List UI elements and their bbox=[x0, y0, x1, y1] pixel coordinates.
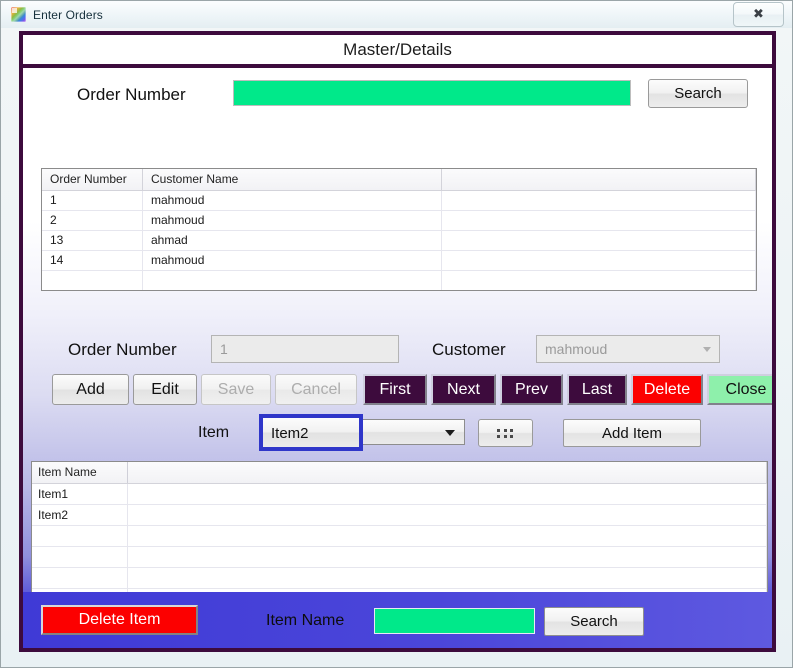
delete-button[interactable]: Delete bbox=[631, 374, 703, 405]
chevron-down-icon bbox=[445, 430, 455, 436]
cell-empty bbox=[442, 271, 756, 290]
save-button[interactable]: Save bbox=[201, 374, 271, 405]
cell-customer-name: mahmoud bbox=[143, 251, 442, 270]
table-row[interactable]: 14 mahmoud bbox=[42, 251, 756, 271]
bottom-toolbar: Delete Item Item Name Search bbox=[23, 592, 772, 648]
order-number-label: Order Number bbox=[68, 340, 177, 359]
form-body: Order Number Search Order Number Custome… bbox=[23, 72, 772, 648]
last-button[interactable]: Last bbox=[567, 374, 627, 405]
page-title: Master/Details bbox=[343, 39, 452, 59]
delete-item-button[interactable]: Delete Item bbox=[41, 605, 198, 635]
next-button[interactable]: Next bbox=[431, 374, 496, 405]
cell-blank bbox=[442, 231, 756, 250]
cell-order-number: 1 bbox=[42, 191, 143, 210]
orders-grid-header: Order Number Customer Name bbox=[42, 169, 756, 191]
orders-col-blank[interactable] bbox=[442, 169, 756, 190]
customer-dropdown[interactable]: mahmoud bbox=[536, 335, 720, 363]
list-item[interactable]: Item2 bbox=[32, 505, 767, 526]
item-combo-focus-field[interactable]: Item2 bbox=[259, 414, 363, 451]
orders-grid[interactable]: Order Number Customer Name 1 mahmoud 2 m… bbox=[41, 168, 757, 291]
close-window-button[interactable]: ✖ bbox=[733, 2, 784, 27]
cell-order-number: 13 bbox=[42, 231, 143, 250]
cancel-button[interactable]: Cancel bbox=[275, 374, 357, 405]
list-item-empty[interactable] bbox=[32, 568, 767, 589]
cell-empty bbox=[143, 271, 442, 290]
item-combo-value: Item2 bbox=[271, 425, 309, 442]
add-item-button[interactable]: Add Item bbox=[563, 419, 701, 447]
window-title: Enter Orders bbox=[33, 7, 103, 22]
prev-button[interactable]: Prev bbox=[500, 374, 563, 405]
cell-customer-name: mahmoud bbox=[143, 211, 442, 230]
cell-empty bbox=[42, 271, 143, 290]
cell-empty bbox=[32, 547, 128, 567]
table-row[interactable]: 2 mahmoud bbox=[42, 211, 756, 231]
items-col-item-name[interactable]: Item Name bbox=[32, 462, 128, 483]
order-search-row: Order Number Search bbox=[23, 79, 772, 114]
cell-empty bbox=[32, 568, 128, 588]
list-item-empty[interactable] bbox=[32, 526, 767, 547]
app-icon bbox=[11, 7, 26, 22]
cell-blank bbox=[442, 191, 756, 210]
cell-order-number: 2 bbox=[42, 211, 143, 230]
close-button[interactable]: Close bbox=[707, 374, 772, 405]
cell-order-number: 14 bbox=[42, 251, 143, 270]
form-header: Master/Details bbox=[23, 35, 772, 68]
orders-col-customer-name[interactable]: Customer Name bbox=[143, 169, 442, 190]
add-button[interactable]: Add bbox=[52, 374, 129, 405]
cell-customer-name: ahmad bbox=[143, 231, 442, 250]
chevron-down-icon bbox=[703, 347, 711, 352]
order-number-search-label: Order Number bbox=[77, 85, 186, 104]
cell-empty bbox=[128, 547, 767, 567]
cell-customer-name: mahmoud bbox=[143, 191, 442, 210]
item-picker-button[interactable] bbox=[478, 419, 533, 447]
item-label: Item bbox=[198, 424, 230, 441]
cell-blank bbox=[128, 484, 767, 504]
title-bar: Enter Orders ✖ bbox=[1, 1, 792, 28]
table-row[interactable]: 13 ahmad bbox=[42, 231, 756, 251]
list-item-empty[interactable] bbox=[32, 547, 767, 568]
edit-button[interactable]: Edit bbox=[133, 374, 197, 405]
cell-empty bbox=[128, 526, 767, 546]
order-number-search-input[interactable] bbox=[233, 80, 631, 106]
item-search-button[interactable]: Search bbox=[544, 607, 644, 636]
cell-blank bbox=[442, 251, 756, 270]
orders-col-order-number[interactable]: Order Number bbox=[42, 169, 143, 190]
table-row[interactable]: 1 mahmoud bbox=[42, 191, 756, 211]
list-item[interactable]: Item1 bbox=[32, 484, 767, 505]
cell-blank bbox=[442, 211, 756, 230]
close-icon: ✖ bbox=[753, 7, 764, 22]
master-details-form: Master/Details Order Number Search Order… bbox=[19, 31, 776, 652]
cell-item-name: Item2 bbox=[32, 505, 128, 525]
cell-blank bbox=[128, 505, 767, 525]
item-name-search-input[interactable] bbox=[374, 608, 535, 634]
cell-empty bbox=[32, 526, 128, 546]
order-search-button[interactable]: Search bbox=[648, 79, 748, 108]
cell-empty bbox=[128, 568, 767, 588]
items-col-blank[interactable] bbox=[128, 462, 767, 483]
customer-label: Customer bbox=[432, 340, 506, 359]
customer-dropdown-value: mahmoud bbox=[545, 341, 608, 357]
items-grid-header: Item Name bbox=[32, 462, 767, 484]
order-number-field[interactable]: 1 bbox=[211, 335, 399, 363]
table-row-empty[interactable] bbox=[42, 271, 756, 290]
dot-grid-icon bbox=[497, 428, 514, 438]
item-name-search-label: Item Name bbox=[266, 612, 345, 629]
application-window: Enter Orders ✖ Master/Details Order Numb… bbox=[0, 0, 793, 668]
cell-item-name: Item1 bbox=[32, 484, 128, 504]
first-button[interactable]: First bbox=[363, 374, 427, 405]
record-nav-toolbar: Add Edit Save Cancel First Next Prev Las… bbox=[23, 374, 772, 405]
